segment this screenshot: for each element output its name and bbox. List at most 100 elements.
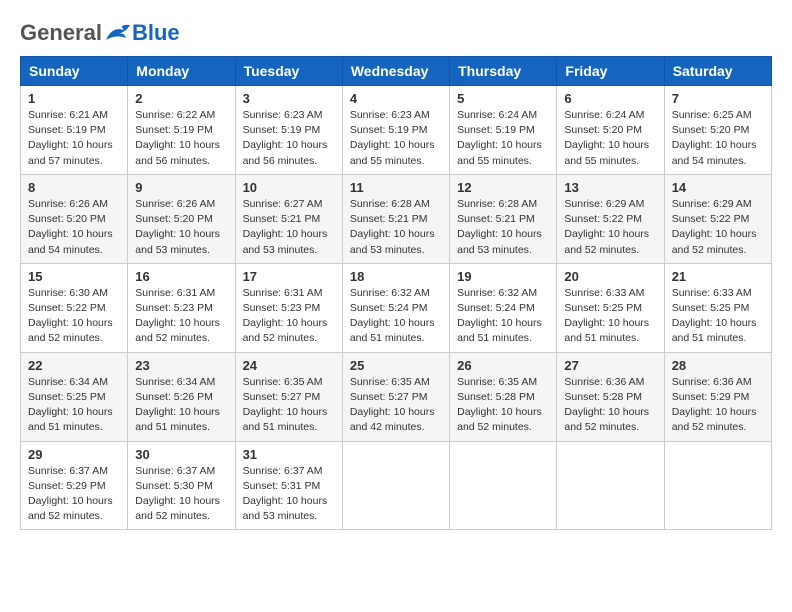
day-number: 15	[28, 269, 120, 284]
day-number: 9	[135, 180, 227, 195]
day-number: 5	[457, 91, 549, 106]
day-number: 13	[564, 180, 656, 195]
day-number: 3	[243, 91, 335, 106]
calendar-body: 1 Sunrise: 6:21 AMSunset: 5:19 PMDayligh…	[21, 86, 772, 530]
calendar-day-cell: 28 Sunrise: 6:36 AMSunset: 5:29 PMDaylig…	[664, 352, 771, 441]
day-number: 23	[135, 358, 227, 373]
day-content: Sunrise: 6:32 AMSunset: 5:24 PMDaylight:…	[350, 286, 442, 347]
day-content: Sunrise: 6:29 AMSunset: 5:22 PMDaylight:…	[672, 197, 764, 258]
calendar-day-cell: 31 Sunrise: 6:37 AMSunset: 5:31 PMDaylig…	[235, 441, 342, 530]
day-content: Sunrise: 6:23 AMSunset: 5:19 PMDaylight:…	[350, 108, 442, 169]
calendar-day-cell: 18 Sunrise: 6:32 AMSunset: 5:24 PMDaylig…	[342, 263, 449, 352]
calendar-day-cell: 5 Sunrise: 6:24 AMSunset: 5:19 PMDayligh…	[450, 86, 557, 175]
day-number: 28	[672, 358, 764, 373]
weekday-header: Sunday	[21, 57, 128, 86]
day-content: Sunrise: 6:37 AMSunset: 5:29 PMDaylight:…	[28, 464, 120, 525]
day-content: Sunrise: 6:33 AMSunset: 5:25 PMDaylight:…	[564, 286, 656, 347]
day-number: 26	[457, 358, 549, 373]
calendar-day-cell: 6 Sunrise: 6:24 AMSunset: 5:20 PMDayligh…	[557, 86, 664, 175]
calendar-day-cell: 14 Sunrise: 6:29 AMSunset: 5:22 PMDaylig…	[664, 174, 771, 263]
day-content: Sunrise: 6:25 AMSunset: 5:20 PMDaylight:…	[672, 108, 764, 169]
day-content: Sunrise: 6:26 AMSunset: 5:20 PMDaylight:…	[28, 197, 120, 258]
calendar-week-row: 8 Sunrise: 6:26 AMSunset: 5:20 PMDayligh…	[21, 174, 772, 263]
day-number: 22	[28, 358, 120, 373]
day-number: 31	[243, 447, 335, 462]
day-content: Sunrise: 6:35 AMSunset: 5:27 PMDaylight:…	[350, 375, 442, 436]
day-number: 16	[135, 269, 227, 284]
day-content: Sunrise: 6:35 AMSunset: 5:27 PMDaylight:…	[243, 375, 335, 436]
calendar-day-cell: 11 Sunrise: 6:28 AMSunset: 5:21 PMDaylig…	[342, 174, 449, 263]
calendar-week-row: 15 Sunrise: 6:30 AMSunset: 5:22 PMDaylig…	[21, 263, 772, 352]
calendar-day-cell: 19 Sunrise: 6:32 AMSunset: 5:24 PMDaylig…	[450, 263, 557, 352]
calendar-day-cell	[664, 441, 771, 530]
calendar-day-cell: 29 Sunrise: 6:37 AMSunset: 5:29 PMDaylig…	[21, 441, 128, 530]
day-number: 8	[28, 180, 120, 195]
day-number: 2	[135, 91, 227, 106]
day-content: Sunrise: 6:32 AMSunset: 5:24 PMDaylight:…	[457, 286, 549, 347]
calendar-day-cell: 1 Sunrise: 6:21 AMSunset: 5:19 PMDayligh…	[21, 86, 128, 175]
calendar-day-cell	[450, 441, 557, 530]
calendar-day-cell: 10 Sunrise: 6:27 AMSunset: 5:21 PMDaylig…	[235, 174, 342, 263]
day-content: Sunrise: 6:29 AMSunset: 5:22 PMDaylight:…	[564, 197, 656, 258]
calendar-day-cell: 20 Sunrise: 6:33 AMSunset: 5:25 PMDaylig…	[557, 263, 664, 352]
day-content: Sunrise: 6:33 AMSunset: 5:25 PMDaylight:…	[672, 286, 764, 347]
day-content: Sunrise: 6:30 AMSunset: 5:22 PMDaylight:…	[28, 286, 120, 347]
logo-general: General	[20, 20, 102, 46]
logo: General Blue	[20, 20, 180, 46]
calendar-day-cell: 15 Sunrise: 6:30 AMSunset: 5:22 PMDaylig…	[21, 263, 128, 352]
calendar-day-cell: 26 Sunrise: 6:35 AMSunset: 5:28 PMDaylig…	[450, 352, 557, 441]
calendar-day-cell	[557, 441, 664, 530]
day-number: 6	[564, 91, 656, 106]
day-content: Sunrise: 6:26 AMSunset: 5:20 PMDaylight:…	[135, 197, 227, 258]
calendar-day-cell: 2 Sunrise: 6:22 AMSunset: 5:19 PMDayligh…	[128, 86, 235, 175]
day-number: 17	[243, 269, 335, 284]
day-content: Sunrise: 6:34 AMSunset: 5:25 PMDaylight:…	[28, 375, 120, 436]
day-content: Sunrise: 6:37 AMSunset: 5:30 PMDaylight:…	[135, 464, 227, 525]
calendar-week-row: 29 Sunrise: 6:37 AMSunset: 5:29 PMDaylig…	[21, 441, 772, 530]
day-content: Sunrise: 6:36 AMSunset: 5:28 PMDaylight:…	[564, 375, 656, 436]
day-number: 24	[243, 358, 335, 373]
weekday-header: Friday	[557, 57, 664, 86]
calendar-day-cell: 7 Sunrise: 6:25 AMSunset: 5:20 PMDayligh…	[664, 86, 771, 175]
day-number: 29	[28, 447, 120, 462]
day-number: 12	[457, 180, 549, 195]
logo-blue: Blue	[132, 20, 180, 46]
day-content: Sunrise: 6:21 AMSunset: 5:19 PMDaylight:…	[28, 108, 120, 169]
day-number: 27	[564, 358, 656, 373]
day-number: 20	[564, 269, 656, 284]
day-content: Sunrise: 6:35 AMSunset: 5:28 PMDaylight:…	[457, 375, 549, 436]
weekday-header: Tuesday	[235, 57, 342, 86]
calendar-day-cell: 21 Sunrise: 6:33 AMSunset: 5:25 PMDaylig…	[664, 263, 771, 352]
calendar-day-cell: 25 Sunrise: 6:35 AMSunset: 5:27 PMDaylig…	[342, 352, 449, 441]
calendar-header-row: SundayMondayTuesdayWednesdayThursdayFrid…	[21, 57, 772, 86]
weekday-header: Monday	[128, 57, 235, 86]
calendar-day-cell: 12 Sunrise: 6:28 AMSunset: 5:21 PMDaylig…	[450, 174, 557, 263]
weekday-header: Wednesday	[342, 57, 449, 86]
day-content: Sunrise: 6:31 AMSunset: 5:23 PMDaylight:…	[243, 286, 335, 347]
calendar-day-cell: 16 Sunrise: 6:31 AMSunset: 5:23 PMDaylig…	[128, 263, 235, 352]
day-content: Sunrise: 6:36 AMSunset: 5:29 PMDaylight:…	[672, 375, 764, 436]
day-content: Sunrise: 6:34 AMSunset: 5:26 PMDaylight:…	[135, 375, 227, 436]
calendar-day-cell: 13 Sunrise: 6:29 AMSunset: 5:22 PMDaylig…	[557, 174, 664, 263]
calendar-week-row: 1 Sunrise: 6:21 AMSunset: 5:19 PMDayligh…	[21, 86, 772, 175]
day-number: 18	[350, 269, 442, 284]
day-content: Sunrise: 6:28 AMSunset: 5:21 PMDaylight:…	[350, 197, 442, 258]
day-number: 11	[350, 180, 442, 195]
day-number: 7	[672, 91, 764, 106]
day-number: 14	[672, 180, 764, 195]
logo-area: General Blue	[20, 20, 180, 46]
calendar-day-cell	[342, 441, 449, 530]
header: General Blue	[20, 20, 772, 46]
day-content: Sunrise: 6:27 AMSunset: 5:21 PMDaylight:…	[243, 197, 335, 258]
calendar-day-cell: 30 Sunrise: 6:37 AMSunset: 5:30 PMDaylig…	[128, 441, 235, 530]
calendar-day-cell: 27 Sunrise: 6:36 AMSunset: 5:28 PMDaylig…	[557, 352, 664, 441]
calendar-table: SundayMondayTuesdayWednesdayThursdayFrid…	[20, 56, 772, 530]
day-number: 21	[672, 269, 764, 284]
day-number: 4	[350, 91, 442, 106]
calendar-week-row: 22 Sunrise: 6:34 AMSunset: 5:25 PMDaylig…	[21, 352, 772, 441]
calendar-day-cell: 3 Sunrise: 6:23 AMSunset: 5:19 PMDayligh…	[235, 86, 342, 175]
day-number: 25	[350, 358, 442, 373]
calendar-day-cell: 4 Sunrise: 6:23 AMSunset: 5:19 PMDayligh…	[342, 86, 449, 175]
day-number: 19	[457, 269, 549, 284]
calendar-day-cell: 22 Sunrise: 6:34 AMSunset: 5:25 PMDaylig…	[21, 352, 128, 441]
